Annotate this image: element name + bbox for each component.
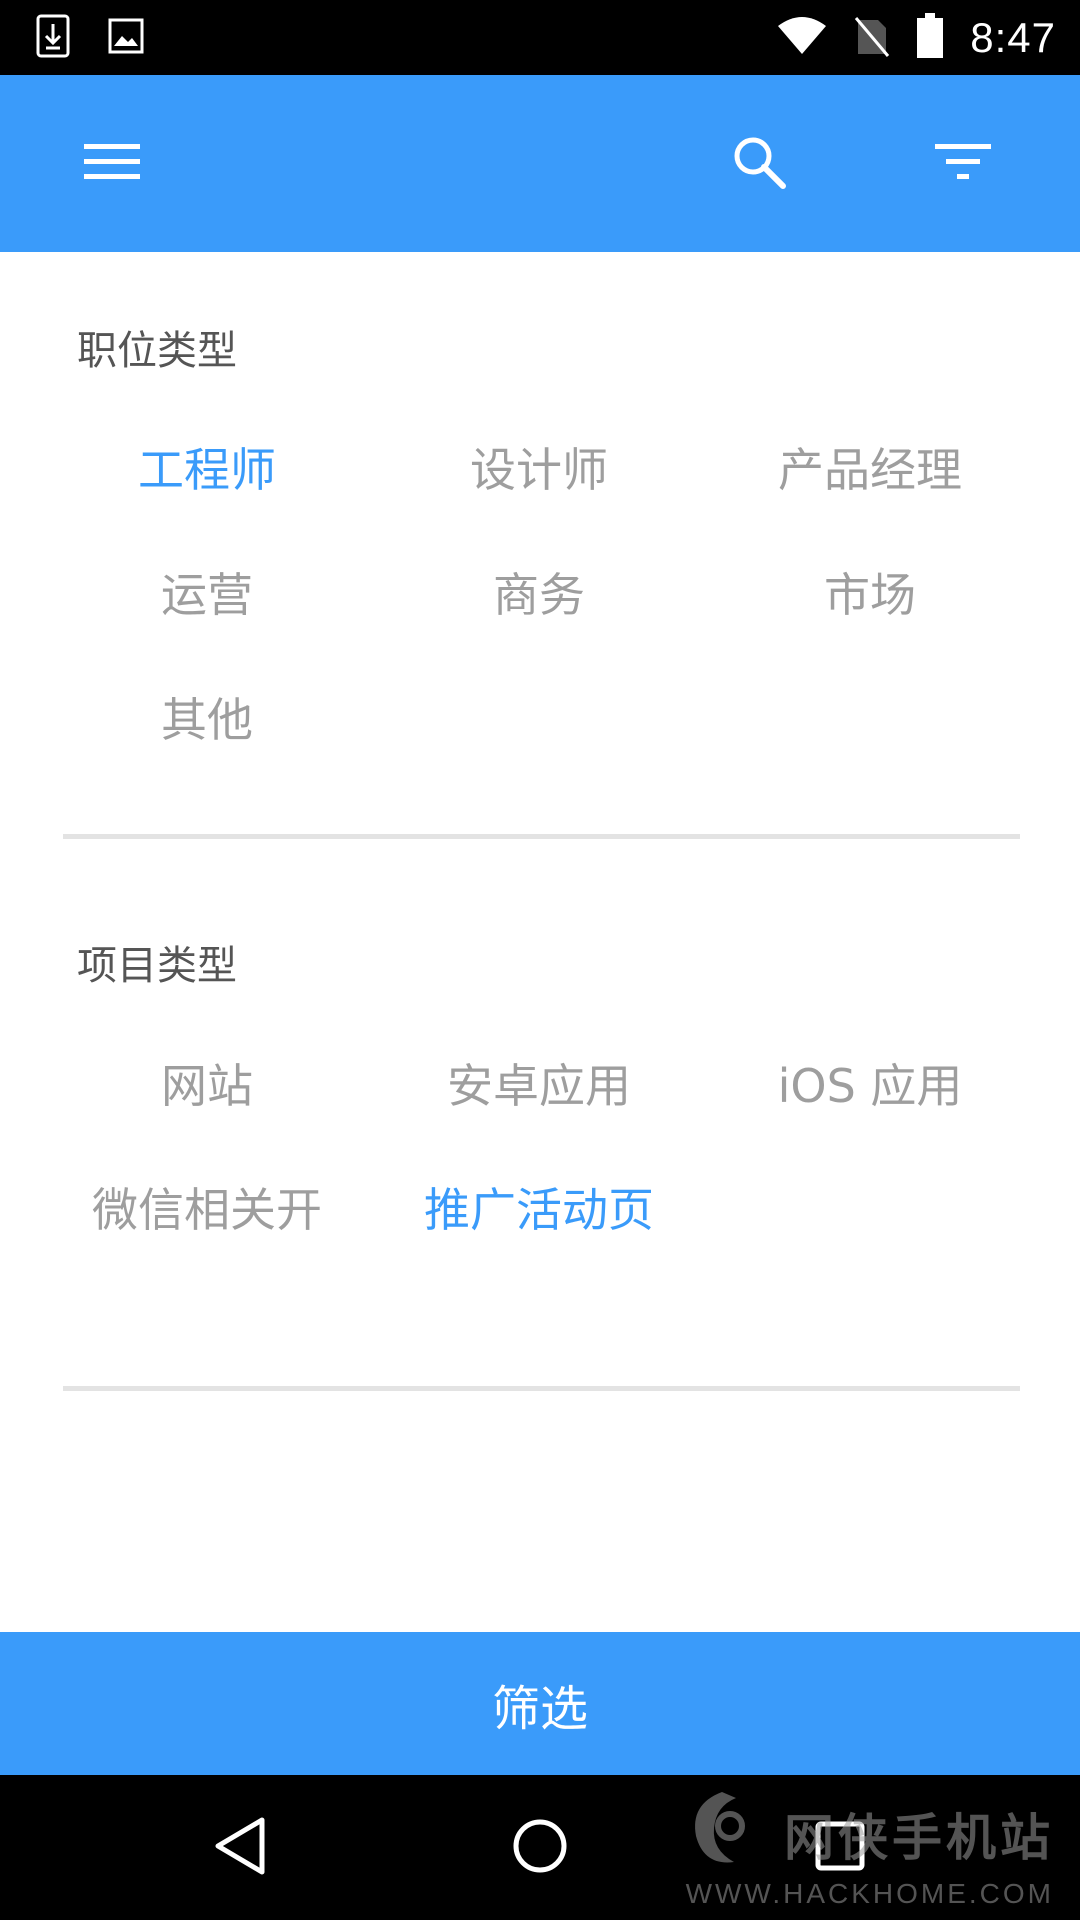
filter-button[interactable] [908,75,1018,252]
filter-icon [935,142,991,186]
search-button[interactable] [704,75,814,252]
project-type-title: 项目类型 [77,943,237,989]
job-option-product-manager[interactable]: 产品经理 [705,440,1035,500]
project-option-ios-app[interactable]: iOS 应用 [705,1056,1035,1116]
watermark-title: 网侠手机站 [784,1809,1054,1867]
image-icon [108,18,144,58]
back-icon [212,1816,268,1880]
job-option-business[interactable]: 商务 [374,565,704,625]
project-option-wechat[interactable]: 微信相关开 [42,1180,372,1240]
watermark: 网侠手机站 WWW.HACKHOME.COM [682,1780,1062,1920]
divider [63,1386,1020,1391]
search-icon [731,134,787,194]
home-button[interactable] [480,1775,600,1920]
status-bar-right: 8:47 [776,0,1056,75]
back-button[interactable] [180,1775,300,1920]
project-option-android-app[interactable]: 安卓应用 [374,1056,704,1116]
job-type-title: 职位类型 [77,328,237,374]
screen: 8:47 职位类型 工程师 设计师 产品经理 运营 商务 市场 其他 项目类型 … [0,0,1080,1920]
watermark-logo-icon [682,1784,762,1878]
job-option-marketing[interactable]: 市场 [705,565,1035,625]
status-time: 8:47 [970,13,1056,61]
menu-button[interactable] [57,75,167,252]
status-bar-left [36,14,144,62]
wifi-icon [776,16,828,60]
download-icon [36,14,70,62]
divider [63,834,1020,839]
status-bar: 8:47 [0,0,1080,75]
job-option-other[interactable]: 其他 [42,690,372,750]
app-bar [0,75,1080,252]
watermark-url: WWW.HACKHOME.COM [685,1878,1054,1909]
home-icon [512,1818,568,1878]
menu-icon [84,142,140,186]
filter-submit-button[interactable]: 筛选 [0,1632,1080,1775]
job-option-engineer[interactable]: 工程师 [42,440,372,500]
project-option-promo-page[interactable]: 推广活动页 [374,1180,704,1240]
no-sim-icon [854,14,890,62]
project-option-website[interactable]: 网站 [42,1056,372,1116]
job-option-designer[interactable]: 设计师 [374,440,704,500]
battery-icon [916,12,944,63]
job-option-operations[interactable]: 运营 [42,565,372,625]
